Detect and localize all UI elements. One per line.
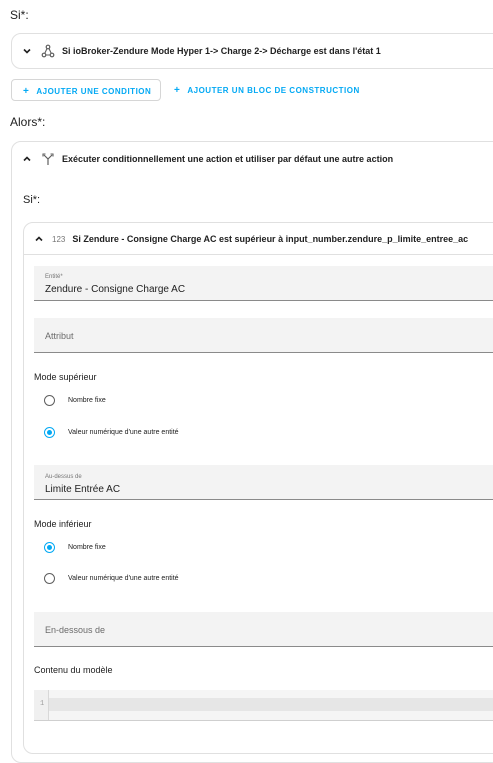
below-option-entity[interactable]: Valeur numérique d'une autre entité — [44, 573, 179, 584]
numeric-condition-title: Si Zendure - Consigne Charge AC est supé… — [72, 234, 469, 244]
above-field[interactable]: Au-dessus de Limite Entrée AC — [34, 465, 493, 500]
branch-icon — [41, 152, 55, 166]
condition-title: Si ioBroker-Zendure Mode Hyper 1-> Charg… — [62, 46, 381, 56]
plus-icon: + — [174, 85, 181, 96]
condition-card[interactable]: Si ioBroker-Zendure Mode Hyper 1-> Charg… — [11, 33, 493, 69]
above-option-fixed[interactable]: Nombre fixe — [44, 395, 106, 406]
radio-label: Nombre fixe — [68, 544, 106, 551]
line-number: 1 — [40, 700, 45, 708]
entity-field[interactable]: Entité* Zendure - Consigne Charge AC — [34, 266, 493, 301]
add-building-block-button[interactable]: + AJOUTER UN BLOC DE CONSTRUCTION — [166, 79, 366, 101]
action-title: Exécuter conditionnellement une action e… — [62, 154, 394, 164]
radio-button[interactable] — [44, 542, 55, 553]
radio-label: Valeur numérique d'une autre entité — [68, 575, 179, 582]
template-editor[interactable]: 1 — [34, 690, 493, 721]
radio-button[interactable] — [44, 395, 55, 406]
then-label: Alors*: — [10, 115, 46, 129]
above-mode-label: Mode supérieur — [34, 372, 97, 382]
radio-button[interactable] — [44, 573, 55, 584]
radio-button[interactable] — [44, 427, 55, 438]
add-condition-button[interactable]: + AJOUTER UNE CONDITION — [11, 79, 161, 101]
below-mode-label: Mode inférieur — [34, 519, 92, 529]
inner-if-label: Si*: — [23, 194, 41, 206]
radio-label: Valeur numérique d'une autre entité — [68, 429, 179, 436]
attribute-field[interactable]: Attribut — [34, 318, 493, 353]
entity-field-label: Entité* — [45, 274, 63, 280]
if-label: Si*: — [10, 8, 29, 22]
plus-icon: + — [23, 86, 30, 97]
template-label: Contenu du modèle — [34, 665, 113, 675]
chevron-up-icon[interactable] — [33, 233, 45, 245]
below-field[interactable]: En-dessous de — [34, 612, 493, 647]
below-option-fixed[interactable]: Nombre fixe — [44, 542, 106, 553]
chevron-up-icon[interactable] — [21, 153, 33, 165]
below-placeholder: En-dessous de — [45, 625, 106, 635]
above-option-entity[interactable]: Valeur numérique d'une autre entité — [44, 427, 179, 438]
state-node-icon — [41, 44, 55, 58]
chevron-down-icon[interactable] — [21, 45, 33, 57]
add-building-block-label: AJOUTER UN BLOC DE CONSTRUCTION — [187, 86, 360, 95]
radio-label: Nombre fixe — [68, 397, 106, 404]
above-field-label: Au-dessus de — [45, 474, 82, 480]
entity-field-value: Zendure - Consigne Charge AC — [45, 284, 186, 295]
add-condition-label: AJOUTER UNE CONDITION — [36, 87, 152, 96]
above-field-value: Limite Entrée AC — [45, 484, 121, 495]
numeric-badge-icon: 123 — [52, 234, 66, 244]
attribute-placeholder: Attribut — [45, 331, 74, 341]
